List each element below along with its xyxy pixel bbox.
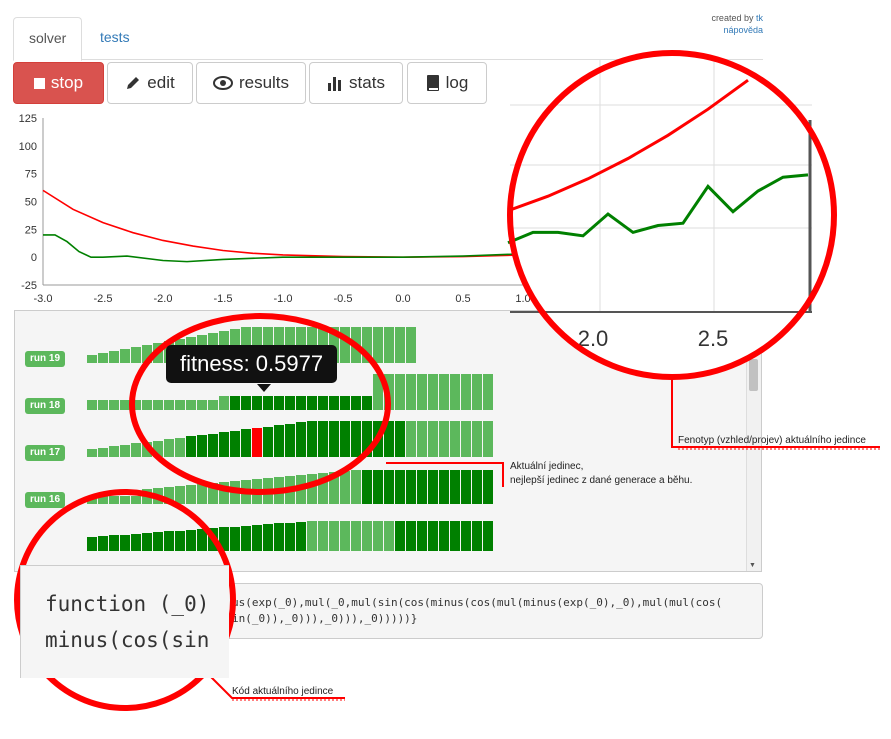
code-zoom-line: minus(cos(sin [45,628,210,652]
phenotype-note: Fenotyp (vzhled/projev) aktuálního jedin… [678,435,866,446]
current-leader [386,462,504,487]
current-note-line: Aktuální jedinec, [510,461,584,472]
fitness-tooltip: fitness: 0.5977 [166,345,338,383]
code-note: Kód aktuálního jedince [232,686,334,697]
tooltip-arrow [257,384,271,392]
tooltip-zoom-circle [129,313,391,495]
zoom-x-tick-label: 2.5 [698,326,729,351]
zoom-circle-fill [512,55,832,375]
code-zoom-line: function (_0) [45,592,210,616]
current-note-line: nejlepší jedinec z dané generace a běhu. [510,475,693,486]
